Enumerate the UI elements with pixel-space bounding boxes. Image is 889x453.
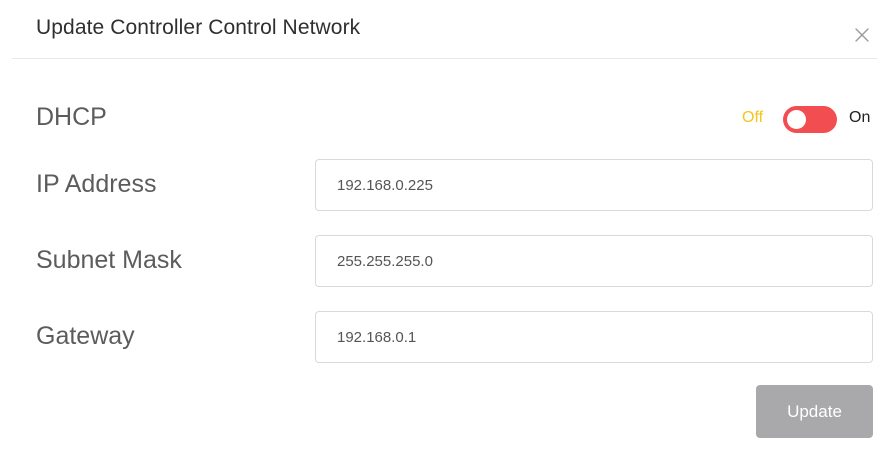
dialog-title: Update Controller Control Network xyxy=(36,16,361,39)
subnet-mask-input[interactable] xyxy=(315,235,873,287)
toggle-on-label: On xyxy=(849,109,871,126)
dhcp-toggle-group: Off On xyxy=(742,106,877,134)
close-icon[interactable] xyxy=(853,26,871,44)
header-divider xyxy=(12,58,877,59)
subnet-mask-label: Subnet Mask xyxy=(36,246,182,274)
update-network-dialog: Update Controller Control Network DHCP O… xyxy=(0,0,889,453)
toggle-knob xyxy=(787,110,806,129)
update-button[interactable]: Update xyxy=(756,385,873,438)
ip-address-label: IP Address xyxy=(36,170,157,198)
dhcp-label: DHCP xyxy=(36,103,107,131)
dialog-header: Update Controller Control Network xyxy=(0,0,889,58)
toggle-off-label: Off xyxy=(742,109,764,126)
ip-address-input[interactable] xyxy=(315,159,873,211)
gateway-input[interactable] xyxy=(315,311,873,363)
dhcp-toggle[interactable] xyxy=(783,106,837,133)
gateway-label: Gateway xyxy=(36,322,135,350)
